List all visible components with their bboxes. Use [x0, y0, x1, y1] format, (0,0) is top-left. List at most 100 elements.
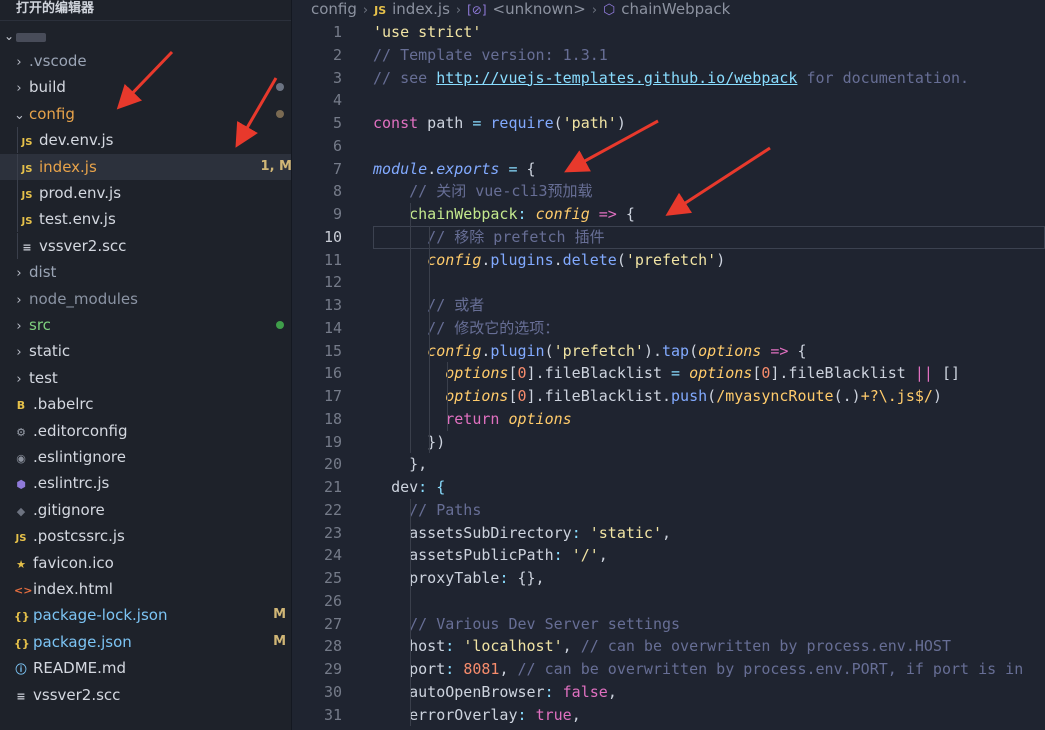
code-text: // 修改它的选项：	[373, 317, 1045, 340]
code-line[interactable]: 9 chainWebpack: config => {	[292, 203, 1045, 226]
tree-item[interactable]: › build	[0, 74, 291, 100]
indent-guide	[17, 153, 18, 180]
tree-item[interactable]: ⌄ config	[0, 101, 291, 127]
code-token: 'path'	[562, 114, 617, 132]
line-number: 13	[323, 296, 342, 314]
code-line[interactable]: 30 autoOpenBrowser: false,	[292, 681, 1045, 704]
code-line[interactable]: 26	[292, 590, 1045, 613]
tree-item[interactable]: ◉ .eslintignore	[0, 444, 291, 470]
code-line[interactable]: 5 const path = require('path')	[292, 112, 1045, 135]
code-token: [	[508, 364, 518, 383]
tree-item-label: .gitignore	[33, 500, 105, 519]
code-token: :	[544, 682, 563, 701]
code-line[interactable]: 10 // 移除 prefetch 插件	[292, 226, 1045, 249]
code-token: true	[535, 705, 572, 724]
code-line[interactable]: 3 // see http://vuejs-templates.github.io…	[292, 67, 1045, 90]
code-line[interactable]: 4	[292, 89, 1045, 112]
code-token: 'static'	[589, 523, 662, 542]
tree-item[interactable]: › .vscode	[0, 48, 291, 74]
line-number: 14	[323, 318, 342, 337]
line-number: 31	[323, 705, 342, 724]
code-line[interactable]: 24 assetsPublicPath: '/',	[292, 544, 1045, 567]
code-line[interactable]: 6	[292, 135, 1045, 158]
code-token: chainWebpack	[409, 205, 518, 223]
code-text: // 或者	[373, 294, 1045, 317]
tree-item[interactable]: <>index.html	[0, 576, 291, 602]
eslint-icon: ⬢	[16, 478, 26, 492]
breadcrumb-folder[interactable]: config	[311, 0, 357, 18]
code-line[interactable]: 17 options[0].fileBlacklist.push(/myasyn…	[292, 385, 1045, 408]
code-token: .	[553, 250, 563, 269]
code-line[interactable]: 20 },	[292, 453, 1045, 476]
tree-item[interactable]: {} package.json M	[0, 629, 291, 655]
tree-item[interactable]: JS test.env.js	[0, 206, 291, 233]
breadcrumb-symbol-unknown[interactable]: <unknown>	[493, 0, 586, 18]
tree-item[interactable]: JS index.js 1, M	[0, 153, 291, 180]
code-line[interactable]: 11 config.plugins.delete('prefetch')	[292, 249, 1045, 272]
code-token: (.)	[833, 387, 861, 405]
code-token: (	[553, 114, 563, 132]
code-line[interactable]: 14 // 修改它的选项：	[292, 317, 1045, 340]
indent-guide	[429, 225, 430, 454]
code-line[interactable]: 16 options[0].fileBlacklist = options[0]…	[292, 362, 1045, 385]
code-line[interactable]: 29 port: 8081, // can be overwritten by …	[292, 658, 1045, 681]
tree-item[interactable]: › static	[0, 338, 291, 364]
tree-item[interactable]: ⬢ .eslintrc.js	[0, 470, 291, 496]
code-line[interactable]: 7 module.exports = {	[292, 158, 1045, 181]
code-editor[interactable]: config › JS index.js › [⊘] <unknown> › ⬡ chainWeb…	[292, 0, 1045, 730]
code-line[interactable]: 21 dev: {	[292, 476, 1045, 499]
code-line[interactable]: 23 assetsSubDirectory: 'static',	[292, 522, 1045, 545]
code-line[interactable]: 27 // Various Dev Server settings	[292, 613, 1045, 636]
project-root[interactable]: ⌄	[0, 28, 291, 48]
code-text: options[0].fileBlacklist = options[0].fi…	[373, 362, 1045, 385]
line-number: 5	[332, 114, 342, 132]
code-line[interactable]: 19 })	[292, 431, 1045, 454]
code-line[interactable]: 15 config.plugin('prefetch').tap(options…	[292, 340, 1045, 363]
breadcrumb-symbol-method[interactable]: chainWebpack	[621, 0, 730, 18]
tree-item[interactable]: ⚙ .editorconfig	[0, 418, 291, 444]
babel-icon: B	[16, 399, 26, 413]
tree-item[interactable]: {} package-lock.json M	[0, 602, 291, 628]
tree-item[interactable]: JS prod.env.js	[0, 180, 291, 206]
code-line[interactable]: 25 proxyTable: {},	[292, 567, 1045, 590]
open-editors-header[interactable]: 打开的编辑器	[0, 0, 291, 21]
tree-item-label: index.html	[33, 580, 113, 598]
code-token: (	[689, 341, 699, 360]
tree-item[interactable]: ≡ vssver2.scc	[0, 232, 291, 259]
tree-item[interactable]: B .babelrc	[0, 391, 291, 417]
tree-item[interactable]: › node_modules	[0, 286, 291, 312]
tree-item[interactable]: ⓘ README.md	[0, 655, 291, 681]
code-text: },	[373, 453, 1045, 476]
tree-item[interactable]: › test	[0, 365, 291, 391]
code-line[interactable]: 12	[292, 271, 1045, 294]
code-token: 'prefetch'	[553, 341, 644, 360]
code-line[interactable]: 28 host: 'localhost', // can be overwrit…	[292, 635, 1045, 658]
code-line[interactable]: 31 errorOverlay: true,	[292, 704, 1045, 727]
code-line[interactable]: 8 // 关闭 vue-cli3预加载	[292, 180, 1045, 203]
code-text: autoOpenBrowser: false,	[373, 681, 1045, 704]
tree-item[interactable]: ★ favicon.ico	[0, 550, 291, 576]
tree-item[interactable]: › src	[0, 312, 291, 338]
code-line[interactable]: 13 // 或者	[292, 294, 1045, 317]
line-number: 30	[323, 682, 342, 701]
tree-item[interactable]: ◆ .gitignore	[0, 497, 291, 523]
tree-item-label: index.js	[39, 157, 97, 176]
code-line[interactable]: 18 return options	[292, 408, 1045, 431]
line-number: 23	[323, 523, 342, 542]
tree-item[interactable]: JS dev.env.js	[0, 127, 291, 154]
tree-item[interactable]: › dist	[0, 259, 291, 285]
code-line[interactable]: 1 'use strict'	[292, 21, 1045, 44]
tree-item[interactable]: ≡ vssver2.scc	[0, 682, 291, 708]
js-file-icon: JS	[21, 190, 33, 201]
line-number: 8	[332, 182, 342, 201]
code-token: [	[508, 387, 518, 405]
code-line[interactable]: 22 // Paths	[292, 499, 1045, 522]
code-line[interactable]: 2 // Template version: 1.3.1	[292, 44, 1045, 67]
tree-item[interactable]: JS .postcssrc.js	[0, 523, 291, 549]
code-token: ].fileBlacklist.	[526, 387, 672, 405]
code-text: module.exports = {	[373, 158, 1045, 181]
code-token: +?\.js$	[860, 387, 924, 405]
breadcrumb-file[interactable]: index.js	[392, 0, 450, 18]
